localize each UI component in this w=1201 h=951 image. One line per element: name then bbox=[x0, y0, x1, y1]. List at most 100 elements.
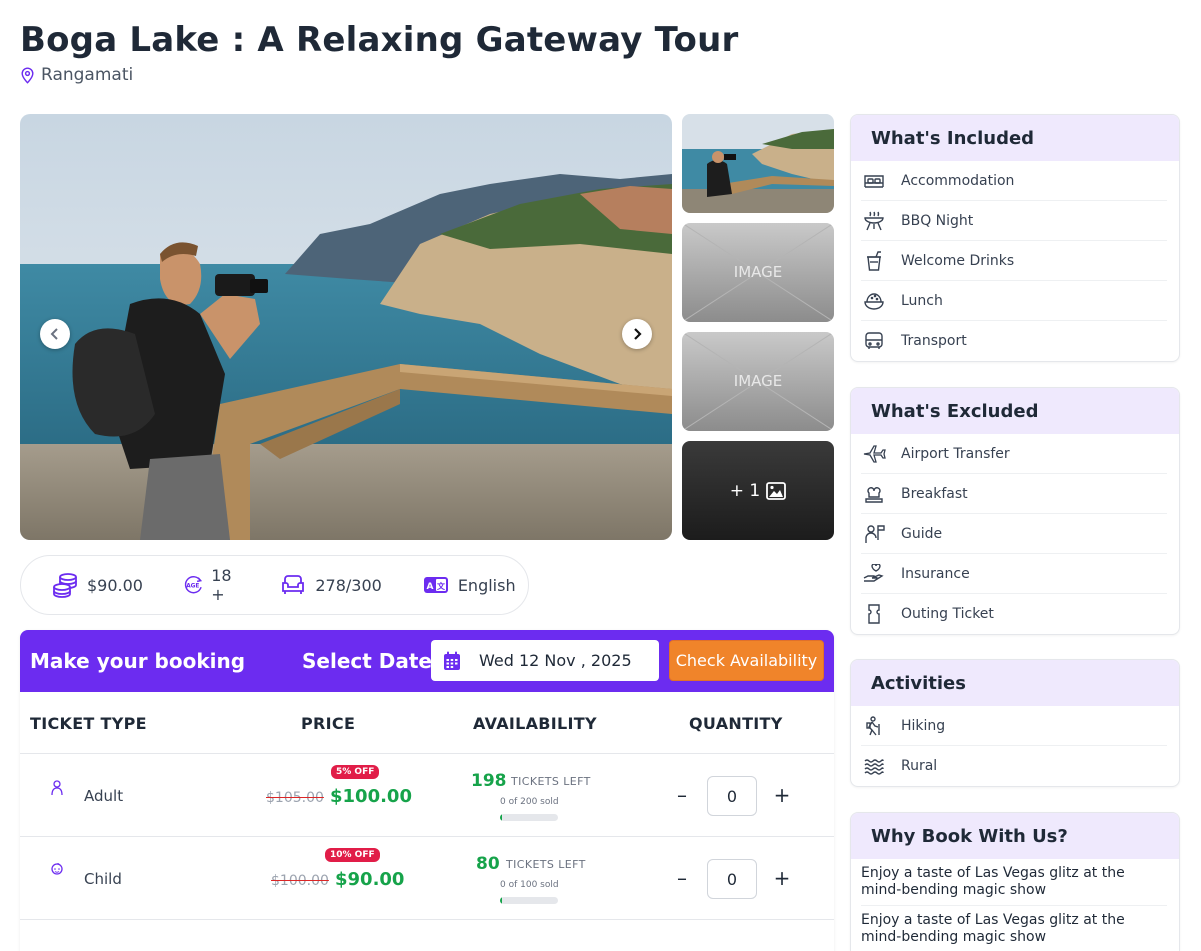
chevron-left-icon bbox=[50, 328, 58, 340]
discount-badge: 10% OFF bbox=[325, 848, 380, 862]
included-item: Welcome Drinks bbox=[861, 241, 1167, 281]
sofa-icon bbox=[282, 575, 305, 594]
photographer-photo bbox=[20, 114, 672, 540]
bed-icon bbox=[864, 174, 884, 188]
included-item: Accommodation bbox=[861, 161, 1167, 201]
date-picker[interactable]: Wed 12 Nov , 2025 bbox=[431, 640, 659, 681]
price-info: $90.00 bbox=[51, 571, 143, 599]
gallery-thumbnail[interactable] bbox=[682, 114, 834, 213]
sold-count: 0 of 200 sold bbox=[500, 797, 559, 807]
excluded-label: Outing Ticket bbox=[901, 606, 994, 622]
original-price: $105.00 bbox=[266, 790, 324, 806]
guide-icon bbox=[865, 524, 885, 543]
excluded-label: Insurance bbox=[901, 565, 970, 582]
date-value: Wed 12 Nov , 2025 bbox=[479, 651, 632, 670]
insurance-hand-icon bbox=[863, 563, 884, 582]
quantity-decrease-button[interactable]: – bbox=[672, 783, 692, 807]
age-info: AGE 18 + bbox=[183, 566, 239, 604]
svg-text:文: 文 bbox=[437, 581, 446, 591]
why-book-item: Enjoy a taste of Las Vegas glitz at the … bbox=[861, 859, 1167, 906]
hiking-icon bbox=[866, 715, 880, 735]
main-gallery-image[interactable] bbox=[20, 114, 672, 540]
included-card: What's Included Accommodation BBQ Night … bbox=[850, 114, 1180, 362]
included-label: Transport bbox=[901, 333, 967, 349]
included-item: BBQ Night bbox=[861, 201, 1167, 241]
quantity-input[interactable]: 0 bbox=[707, 776, 757, 816]
excluded-title: What's Excluded bbox=[851, 388, 1179, 434]
column-header: TICKET TYPE bbox=[30, 714, 147, 733]
placeholder-image: IMAGE bbox=[682, 332, 834, 431]
ticket-price: $100.00 bbox=[330, 786, 412, 807]
sold-count: 0 of 100 sold bbox=[500, 880, 559, 890]
activities-title: Activities bbox=[851, 660, 1179, 706]
map-pin-icon bbox=[21, 66, 34, 84]
column-header: PRICE bbox=[301, 714, 356, 733]
booking-title: Make your booking bbox=[30, 649, 246, 673]
activity-item: Hiking bbox=[861, 706, 1167, 746]
sold-progress-bar bbox=[500, 814, 558, 821]
included-label: BBQ Night bbox=[901, 212, 974, 229]
ticket-icon bbox=[868, 604, 880, 624]
page-title: Boga Lake : A Relaxing Gateway Tour bbox=[20, 20, 739, 60]
why-book-card: Why Book With Us? Enjoy a taste of Las V… bbox=[850, 812, 1180, 951]
bbq-grill-icon bbox=[864, 211, 884, 230]
translate-icon: A文 bbox=[423, 577, 448, 593]
more-images-count: + 1 bbox=[729, 480, 761, 501]
original-price: $100.00 bbox=[271, 873, 329, 889]
coins-icon bbox=[53, 573, 77, 598]
quantity-increase-button[interactable]: + bbox=[772, 866, 792, 890]
excluded-item: Breakfast bbox=[861, 474, 1167, 514]
placeholder-image: IMAGE bbox=[682, 223, 834, 322]
photographer-thumbnail-image bbox=[682, 114, 834, 213]
chevron-right-icon bbox=[634, 328, 642, 340]
select-date-label: Select Date : bbox=[302, 649, 447, 673]
ticket-type: Adult bbox=[84, 787, 124, 805]
included-label: Lunch bbox=[901, 292, 943, 309]
rice-bowl-icon bbox=[864, 292, 884, 310]
seats-info: 278/300 bbox=[279, 571, 382, 599]
language-value: English bbox=[457, 575, 516, 595]
gallery-prev-button[interactable] bbox=[40, 319, 70, 349]
bus-icon bbox=[865, 332, 883, 349]
gallery-thumbnail[interactable]: IMAGE bbox=[682, 332, 834, 431]
seats-value: 278/300 bbox=[315, 575, 382, 595]
included-title: What's Included bbox=[851, 115, 1179, 161]
quantity-input[interactable]: 0 bbox=[707, 859, 757, 899]
excluded-label: Airport Transfer bbox=[901, 445, 1010, 462]
discount-badge: 5% OFF bbox=[331, 765, 380, 779]
excluded-item: Outing Ticket bbox=[861, 594, 1167, 634]
excluded-item: Insurance bbox=[861, 554, 1167, 594]
excluded-item: Guide bbox=[861, 514, 1167, 554]
activity-item: Rural bbox=[861, 746, 1167, 786]
activity-label: Hiking bbox=[901, 717, 946, 734]
ticket-row: Adult 5% OFF $105.00 $100.00 198 TICKETS… bbox=[20, 754, 834, 837]
column-header: AVAILABILITY bbox=[473, 714, 597, 733]
age-icon-label: AGE bbox=[186, 584, 199, 590]
language-info: A文 English bbox=[422, 571, 516, 599]
activity-label: Rural bbox=[901, 758, 938, 774]
tickets-left-count: 80 bbox=[476, 854, 500, 874]
tickets-left-label: TICKETS LEFT bbox=[506, 858, 586, 871]
sold-progress-fill bbox=[500, 897, 502, 904]
calendar-icon bbox=[444, 651, 460, 670]
price-value: $90.00 bbox=[87, 575, 143, 595]
why-book-item: Enjoy a taste of Las Vegas glitz at the … bbox=[861, 906, 1167, 951]
ticket-price: $90.00 bbox=[335, 869, 405, 890]
breakfast-icon bbox=[865, 486, 883, 503]
gallery-next-button[interactable] bbox=[622, 319, 652, 349]
booking-panel: Make your booking Select Date : Wed 12 N… bbox=[20, 630, 834, 951]
quantity-increase-button[interactable]: + bbox=[772, 783, 792, 807]
placeholder-label: IMAGE bbox=[734, 372, 782, 390]
waves-icon bbox=[864, 759, 884, 775]
check-availability-button[interactable]: Check Availability bbox=[669, 640, 824, 681]
drink-cup-icon bbox=[867, 250, 881, 271]
svg-text:A: A bbox=[426, 582, 433, 592]
child-icon bbox=[51, 863, 63, 875]
quantity-decrease-button[interactable]: – bbox=[672, 866, 692, 890]
why-book-title: Why Book With Us? bbox=[851, 813, 1179, 859]
more-images-button[interactable]: + 1 bbox=[682, 441, 834, 540]
gallery-thumbnail[interactable]: IMAGE bbox=[682, 223, 834, 322]
included-item: Lunch bbox=[861, 281, 1167, 321]
excluded-card: What's Excluded Airport Transfer Breakfa… bbox=[850, 387, 1180, 635]
tour-info-bar: $90.00 AGE 18 + 278/300 A文 English bbox=[20, 555, 529, 615]
